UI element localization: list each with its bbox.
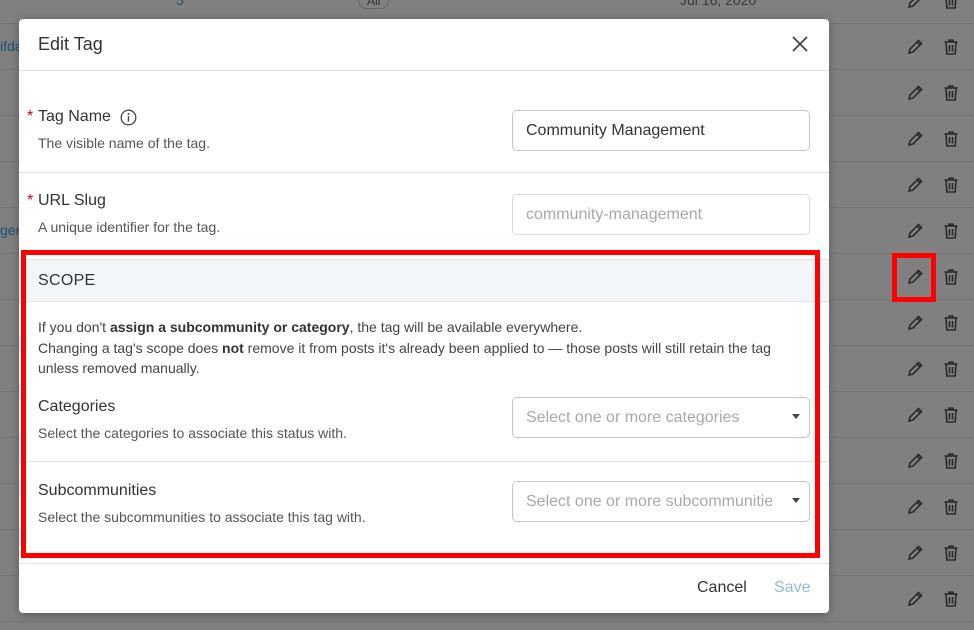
url-slug-label: URL Slug — [38, 192, 106, 209]
bg-date: Jul 16, 2020 — [680, 0, 757, 8]
tag-name-label-group: * Tag Name — [27, 108, 137, 126]
edit-pencil-icon[interactable] — [904, 496, 926, 518]
cancel-button[interactable]: Cancel — [697, 579, 747, 597]
url-slug-input[interactable]: community-management — [512, 194, 810, 235]
tag-name-label: Tag Name — [38, 108, 111, 125]
delete-trash-icon[interactable] — [940, 312, 962, 334]
divider — [19, 172, 829, 173]
delete-trash-icon[interactable] — [940, 266, 962, 288]
bg-scope-pill: All — [358, 0, 390, 9]
pencil-highlight-box — [892, 253, 936, 302]
delete-trash-icon[interactable] — [940, 128, 962, 150]
delete-trash-icon[interactable] — [940, 82, 962, 104]
edit-pencil-icon[interactable] — [904, 174, 926, 196]
edit-pencil-icon[interactable] — [904, 0, 926, 12]
edit-pencil-icon[interactable] — [904, 542, 926, 564]
modal-title: Edit Tag — [38, 34, 103, 54]
edit-pencil-icon[interactable] — [904, 588, 926, 610]
edit-pencil-icon[interactable] — [904, 36, 926, 58]
save-button[interactable]: Save — [774, 579, 810, 597]
delete-trash-icon[interactable] — [940, 358, 962, 380]
info-icon[interactable] — [120, 109, 137, 126]
tag-name-description: The visible name of the tag. — [38, 135, 210, 151]
delete-trash-icon[interactable] — [940, 588, 962, 610]
required-marker: * — [27, 108, 34, 125]
delete-trash-icon[interactable] — [940, 450, 962, 472]
delete-trash-icon[interactable] — [940, 542, 962, 564]
delete-trash-icon[interactable] — [940, 36, 962, 58]
url-slug-description: A unique identifier for the tag. — [38, 219, 221, 235]
delete-trash-icon[interactable] — [940, 0, 962, 12]
edit-pencil-icon[interactable] — [904, 220, 926, 242]
edit-pencil-icon[interactable] — [904, 450, 926, 472]
required-marker: * — [27, 192, 34, 209]
delete-trash-icon[interactable] — [940, 496, 962, 518]
delete-trash-icon[interactable] — [940, 174, 962, 196]
url-slug-label-group: * URL Slug — [27, 192, 106, 210]
delete-trash-icon[interactable] — [940, 404, 962, 426]
bg-count-link: 5 — [176, 0, 184, 8]
close-icon[interactable] — [791, 35, 811, 55]
modal-footer: Cancel Save — [19, 563, 829, 613]
edit-pencil-icon[interactable] — [904, 404, 926, 426]
delete-trash-icon[interactable] — [940, 220, 962, 242]
edit-pencil-icon[interactable] — [904, 82, 926, 104]
edit-pencil-icon[interactable] — [904, 312, 926, 334]
tag-name-input[interactable]: Community Management — [512, 110, 810, 151]
scope-highlight-box — [21, 250, 820, 558]
edit-pencil-icon[interactable] — [904, 128, 926, 150]
modal-header: Edit Tag — [19, 19, 829, 71]
edit-pencil-icon[interactable] — [904, 358, 926, 380]
